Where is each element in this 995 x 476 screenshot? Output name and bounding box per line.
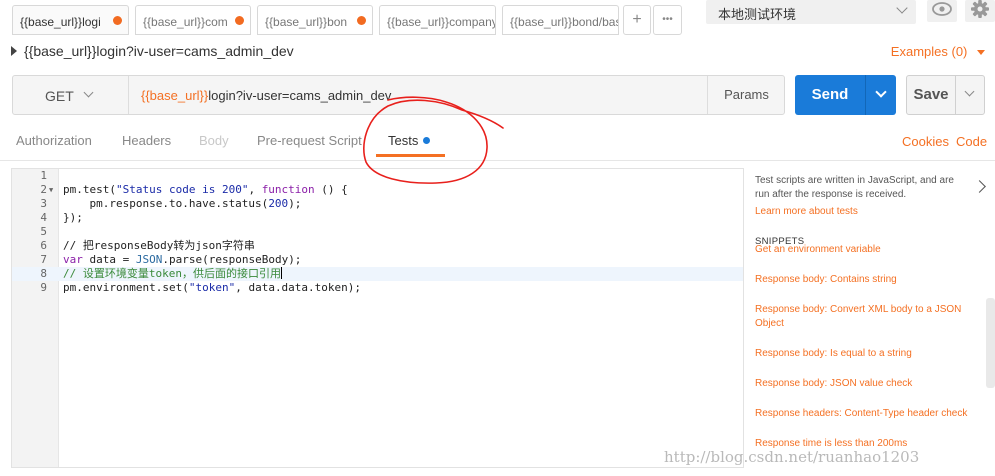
annotation-circle xyxy=(363,96,504,184)
